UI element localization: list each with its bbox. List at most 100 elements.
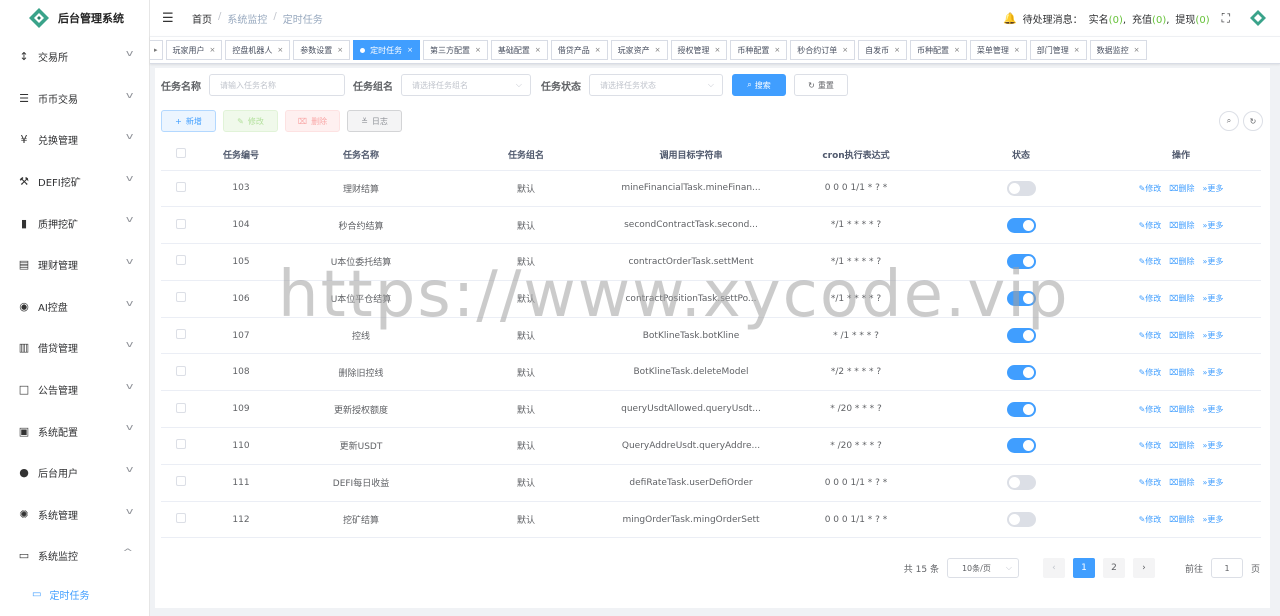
avatar[interactable] (1246, 6, 1270, 30)
close-icon[interactable]: × (842, 46, 848, 54)
status-switch[interactable] (1006, 217, 1036, 233)
row-checkbox[interactable] (176, 402, 186, 413)
row-checkbox[interactable] (176, 439, 186, 450)
row-edit-link[interactable]: ✎修改 (1139, 330, 1162, 341)
tags-scroll-left[interactable]: ▸ (150, 40, 163, 60)
sidebar-item-11[interactable]: ✺ 系统管理 v (0, 494, 149, 536)
row-more-link[interactable]: »更多 (1203, 477, 1224, 488)
sidebar-item-3[interactable]: ⚒ DEFI挖矿 v (0, 161, 149, 203)
row-select-cell[interactable] (161, 464, 201, 502)
row-more-link[interactable]: »更多 (1203, 183, 1224, 194)
row-delete-link[interactable]: ⌧删除 (1169, 330, 1194, 341)
row-select-cell[interactable] (161, 206, 201, 245)
row-more-link[interactable]: »更多 (1203, 330, 1224, 341)
row-checkbox[interactable] (176, 255, 186, 266)
table-row[interactable]: 107 控线 默认 BotKlineTask.botKline * /1 * * * ?… (161, 317, 1261, 355)
row-more-link[interactable]: »更多 (1203, 514, 1224, 525)
close-icon[interactable]: × (655, 46, 661, 54)
page-button[interactable]: 1 (1072, 558, 1095, 578)
tab-13[interactable]: 菜单管理 × (969, 40, 1027, 60)
tab-8[interactable]: 授权管理 × (670, 40, 728, 60)
row-edit-link[interactable]: ✎修改 (1139, 440, 1162, 451)
tab-6[interactable]: 借贷产品 × (550, 40, 608, 60)
tab-4[interactable]: 第三方配置 × (423, 40, 488, 60)
reset-button[interactable]: ↻ 重置 (794, 74, 848, 96)
row-more-link[interactable]: »更多 (1203, 367, 1224, 378)
close-icon[interactable]: × (337, 46, 343, 54)
row-checkbox[interactable] (176, 218, 186, 229)
status-switch[interactable] (1006, 291, 1036, 307)
row-checkbox[interactable] (176, 181, 186, 192)
row-checkbox[interactable] (176, 476, 186, 487)
row-select-cell[interactable] (161, 390, 201, 429)
edit-button[interactable]: ✎ 修改 (223, 110, 278, 132)
task-name-input[interactable]: 请输入任务名称 (209, 74, 345, 96)
row-delete-link[interactable]: ⌧删除 (1169, 256, 1194, 267)
tab-15[interactable]: 数据监控 × (1089, 40, 1147, 60)
close-icon[interactable]: × (475, 46, 481, 54)
row-edit-link[interactable]: ✎修改 (1139, 183, 1162, 194)
tab-12[interactable]: 币种配置 × (910, 40, 967, 60)
withdraw-link[interactable]: 提现(0) (1175, 11, 1209, 26)
table-row[interactable]: 105 U本位委托结算 默认 contractOrderTask.settMent */… (161, 243, 1261, 281)
row-checkbox[interactable] (176, 292, 186, 303)
status-switch[interactable] (1006, 512, 1036, 528)
row-delete-link[interactable]: ⌧删除 (1169, 514, 1194, 525)
row-edit-link[interactable]: ✎修改 (1139, 220, 1162, 231)
status-switch[interactable] (1006, 438, 1036, 454)
toggle-search-button[interactable]: ⌕ (1219, 111, 1239, 131)
search-button[interactable]: ⌕ 搜索 (732, 74, 786, 96)
sidebar-item-4[interactable]: ▮ 质押挖矿 v (0, 202, 149, 244)
sidebar-item-9[interactable]: ▣ 系统配置 v (0, 410, 149, 452)
page-size-select[interactable]: 10条/页 ⌵ (946, 558, 1019, 578)
select-all-checkbox[interactable] (176, 148, 186, 159)
table-row[interactable]: 106 U本位平仓结算 默认 contractPositionTask.settPo.… (161, 280, 1261, 318)
close-icon[interactable]: × (407, 46, 413, 54)
tab-0[interactable]: 玩家用户 × (165, 40, 223, 60)
sidebar-item-7[interactable]: ▥ 借贷管理 v (0, 327, 149, 369)
status-switch[interactable] (1006, 328, 1036, 344)
row-select-cell[interactable] (161, 317, 201, 355)
close-icon[interactable]: × (1134, 46, 1140, 54)
refresh-button[interactable]: ↻ (1243, 111, 1263, 131)
sidebar-item-6[interactable]: ◉ AI控盘 v (0, 286, 149, 328)
sidebar-item-8[interactable]: □ 公告管理 v (0, 369, 149, 411)
close-icon[interactable]: × (774, 46, 780, 54)
delete-button[interactable]: ⌧ 删除 (285, 110, 340, 132)
sidebar-item-10[interactable]: ● 后台用户 v (0, 452, 149, 494)
row-edit-link[interactable]: ✎修改 (1139, 256, 1162, 267)
row-more-link[interactable]: »更多 (1203, 293, 1224, 304)
sidebar-subitem-scheduled-tasks[interactable]: ▭ 定时任务 (0, 576, 149, 613)
sidebar-item-12[interactable]: ▭ 系统监控 ^ (0, 535, 149, 577)
table-row[interactable]: 108 删除旧控线 默认 BotKlineTask.deleteModel */2 * … (161, 353, 1261, 392)
close-icon[interactable]: × (1074, 46, 1080, 54)
row-more-link[interactable]: »更多 (1203, 404, 1224, 415)
goto-page-input[interactable]: 1 (1210, 558, 1243, 578)
row-select-cell[interactable] (161, 243, 201, 281)
tab-7[interactable]: 玩家资产 × (610, 40, 668, 60)
row-more-link[interactable]: »更多 (1203, 440, 1224, 451)
logo[interactable]: 后台管理系统 (0, 0, 149, 36)
page-button[interactable]: 2 (1102, 558, 1125, 578)
sidebar-item-5[interactable]: ▤ 理财管理 v (0, 244, 149, 286)
prev-page-button[interactable]: ‹ (1042, 558, 1065, 578)
select-all-cell[interactable] (161, 140, 201, 171)
row-delete-link[interactable]: ⌧删除 (1169, 477, 1194, 488)
tab-11[interactable]: 自发币 × (858, 40, 908, 60)
tab-1[interactable]: 控盘机器人 × (225, 40, 291, 60)
row-edit-link[interactable]: ✎修改 (1139, 367, 1162, 378)
log-button[interactable]: ≚ 日志 (347, 110, 402, 132)
table-row[interactable]: 112 挖矿结算 默认 mingOrderTask.mingOrderSett 0 0 … (161, 501, 1261, 539)
add-button[interactable]: + 新增 (161, 110, 216, 132)
task-group-select[interactable]: 请选择任务组名 ⌵ (401, 74, 531, 96)
table-row[interactable]: 111 DEFI每日收益 默认 defiRateTask.userDefiOrder 0… (161, 464, 1261, 502)
row-edit-link[interactable]: ✎修改 (1139, 514, 1162, 525)
status-switch[interactable] (1006, 401, 1036, 417)
close-icon[interactable]: × (1014, 46, 1020, 54)
breadcrumb-home[interactable]: 首页 (192, 11, 212, 26)
row-edit-link[interactable]: ✎修改 (1139, 293, 1162, 304)
row-delete-link[interactable]: ⌧删除 (1169, 183, 1194, 194)
row-select-cell[interactable] (161, 427, 201, 465)
table-row[interactable]: 103 理财结算 默认 mineFinancialTask.mineFinan... 0… (161, 170, 1261, 208)
status-switch[interactable] (1006, 180, 1036, 196)
